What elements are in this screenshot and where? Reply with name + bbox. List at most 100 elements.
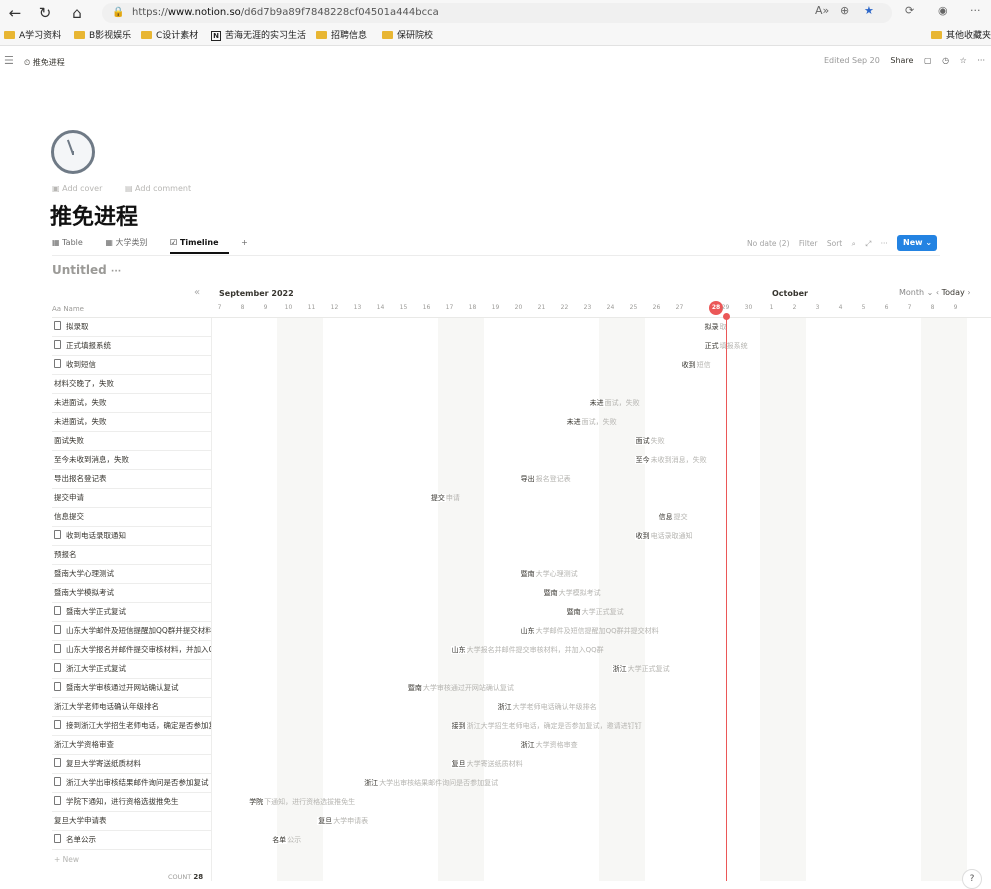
comment-icon[interactable]: ▢	[924, 56, 932, 65]
collapse-table-icon[interactable]: «	[194, 287, 200, 298]
more-icon[interactable]: ···	[111, 267, 121, 277]
bookmark-folder[interactable]: 招聘信息	[316, 29, 367, 43]
timeline-item[interactable]: 暨南大学正式复试	[565, 606, 624, 618]
timeline-item[interactable]: 收到电话录取通知	[634, 530, 693, 542]
add-cover-button[interactable]: ▣ Add cover	[52, 184, 112, 193]
back-icon[interactable]: ←	[4, 3, 26, 23]
table-row[interactable]: 导出报名登记表	[52, 470, 211, 489]
page-title[interactable]: 推免进程	[50, 199, 138, 231]
no-date-button[interactable]: No date (2)	[747, 239, 790, 248]
table-row[interactable]: 暨南大学审核通过开网站确认复试	[52, 679, 211, 698]
timeline-item[interactable]: 收到短信	[680, 359, 711, 371]
timeline-item[interactable]: 山东大学邮件及短信提醒加QQ群并提交材料	[519, 625, 659, 637]
timeline-item[interactable]: 暨南大学心理测试	[519, 568, 578, 580]
table-row[interactable]: 材料交晚了，失败	[52, 375, 211, 394]
expand-icon[interactable]: ⤢	[865, 239, 871, 248]
timeline-item[interactable]: 提交申请	[429, 492, 460, 504]
table-row[interactable]: 面试失败	[52, 432, 211, 451]
timeline-item[interactable]: 浙江大学资格审查	[519, 739, 578, 751]
table-row[interactable]: 至今未收到消息，失败	[52, 451, 211, 470]
name-column-header[interactable]: Aa Name	[52, 305, 84, 313]
timeline-item[interactable]: 浙江大学出审核结果邮件询问是否参加复试	[363, 777, 498, 789]
timeline-item[interactable]: 至今未收到消息，失败	[634, 454, 707, 466]
table-row[interactable]: 山东大学报名并邮件提交审核材料，并加入QQ群	[52, 641, 211, 660]
extensions-icon[interactable]: ⟳	[905, 4, 914, 17]
timeline-item[interactable]: 学院下通知，进行资格选拔推免生	[248, 796, 355, 808]
sort-button[interactable]: Sort	[827, 239, 842, 248]
timeline-item[interactable]: 拟录取	[703, 321, 727, 333]
table-row[interactable]: 拟录取	[52, 318, 211, 337]
add-comment-button[interactable]: ▤ Add comment	[125, 184, 201, 193]
table-row[interactable]: 学院下通知，进行资格选拔推免生	[52, 793, 211, 812]
more-icon[interactable]: ···	[977, 56, 985, 65]
search-icon[interactable]: ⌕	[852, 239, 856, 248]
share-button[interactable]: Share	[890, 56, 913, 65]
page-icon-clock[interactable]	[51, 130, 95, 174]
tab-timeline[interactable]: ☑ Timeline	[170, 238, 229, 254]
table-row[interactable]: 收到电话录取通知	[52, 527, 211, 546]
timeline-item[interactable]: 复旦大学申请表	[317, 815, 368, 827]
other-bookmarks[interactable]: 其他收藏夹	[931, 29, 991, 43]
timeline-item[interactable]: 未进面试，失败	[565, 416, 617, 428]
table-row[interactable]: 接到浙江大学招生老师电话，确定是否参加复试，邀请进钉钉	[52, 717, 211, 736]
timeline-item[interactable]: 正式填报系统	[703, 340, 748, 352]
home-icon[interactable]: ⌂	[66, 3, 88, 23]
table-row[interactable]: 浙江大学出审核结果邮件询问是否参加复试	[52, 774, 211, 793]
new-row-button[interactable]: + New	[54, 855, 79, 864]
bookmark-folder[interactable]: 保研院校	[382, 29, 433, 43]
history-icon[interactable]: ◷	[942, 56, 949, 65]
table-row[interactable]: 信息提交	[52, 508, 211, 527]
table-row[interactable]: 提交申请	[52, 489, 211, 508]
table-row[interactable]: 复旦大学申请表	[52, 812, 211, 831]
bookmark-folder[interactable]: C设计素材	[141, 29, 198, 43]
read-aloud-icon[interactable]: A»	[815, 4, 829, 17]
tab-university-category[interactable]: ▦ 大学类别	[105, 238, 157, 247]
filter-button[interactable]: Filter	[799, 239, 818, 248]
add-view-icon[interactable]: +	[241, 238, 248, 247]
timeline-item[interactable]: 暨南大学模拟考试	[542, 587, 601, 599]
prev-icon[interactable]: ‹	[936, 288, 939, 297]
new-button[interactable]: New ⌄	[897, 235, 937, 251]
timeline-item[interactable]: 浙江大学老师电话确认年级排名	[496, 701, 597, 713]
table-row[interactable]: 浙江大学老师电话确认年级排名	[52, 698, 211, 717]
table-row[interactable]: 暨南大学正式复试	[52, 603, 211, 622]
zoom-icon[interactable]: ⊕	[840, 4, 849, 17]
table-row[interactable]: 浙江大学资格审查	[52, 736, 211, 755]
table-row[interactable]: 浙江大学正式复试	[52, 660, 211, 679]
timeline-item[interactable]: 名单公示	[271, 834, 301, 846]
more-icon[interactable]: ···	[881, 239, 888, 248]
next-icon[interactable]: ›	[967, 288, 970, 297]
database-title[interactable]: Untitled ···	[52, 263, 121, 277]
more-icon[interactable]: ···	[970, 4, 981, 17]
table-row[interactable]: 收到短信	[52, 356, 211, 375]
favorite-star-icon[interactable]: ★	[864, 4, 874, 17]
timeline-item[interactable]: 山东大学报名并邮件提交审核材料，并加入QQ群	[450, 644, 604, 656]
timeline-item[interactable]: 暨南大学审核通过开网站确认复试	[406, 682, 514, 694]
bookmark-notion[interactable]: N 苦海无涯的实习生活	[211, 29, 306, 43]
menu-icon[interactable]: ☰	[4, 54, 14, 67]
timeline-item[interactable]: 导出报名登记表	[519, 473, 571, 485]
help-button[interactable]: ?	[962, 869, 982, 889]
profile-avatar[interactable]: ◉	[938, 4, 948, 17]
table-row[interactable]: 暨南大学心理测试	[52, 565, 211, 584]
bookmark-folder[interactable]: A学习资料	[4, 29, 61, 43]
table-row[interactable]: 预报名	[52, 546, 211, 565]
table-row[interactable]: 暨南大学模拟考试	[52, 584, 211, 603]
timeline-item[interactable]: 浙江大学正式复试	[611, 663, 670, 675]
address-bar[interactable]: 🔒 https://www.notion.so/d6d7b9a89f784822…	[102, 3, 892, 23]
table-row[interactable]: 正式填报系统	[52, 337, 211, 356]
table-row[interactable]: 山东大学邮件及短信提醒加QQ群并提交材料	[52, 622, 211, 641]
refresh-icon[interactable]: ↻	[34, 3, 56, 23]
today-button[interactable]: Today	[942, 288, 965, 297]
timeline-item[interactable]: 面试失败	[634, 435, 665, 447]
table-row[interactable]: 未进面试，失败	[52, 413, 211, 432]
table-row[interactable]: 未进面试，失败	[52, 394, 211, 413]
scale-select[interactable]: Month ⌄	[899, 288, 933, 297]
timeline-item[interactable]: 复旦大学寄送纸质材料	[450, 758, 523, 770]
table-row[interactable]: 复旦大学寄送纸质材料	[52, 755, 211, 774]
timeline-item[interactable]: 未进面试，失败	[588, 397, 640, 409]
breadcrumb[interactable]: ⏲ 推免进程	[24, 57, 65, 68]
favorite-icon[interactable]: ☆	[960, 56, 967, 65]
timeline-item[interactable]: 接到浙江大学招生老师电话，确定是否参加复试，邀请进钉钉	[450, 720, 642, 732]
timeline-item[interactable]: 信息提交	[657, 511, 688, 523]
